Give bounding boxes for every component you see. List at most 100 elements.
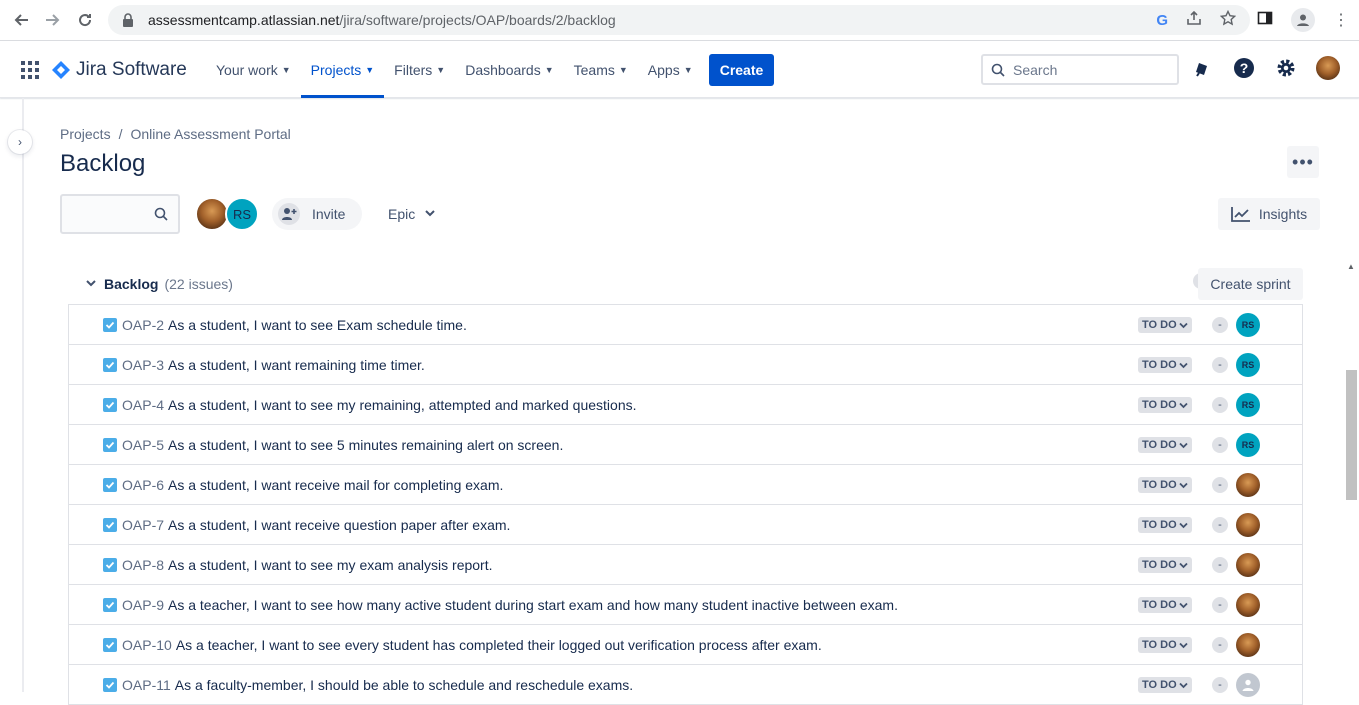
breadcrumb-projects[interactable]: Projects bbox=[60, 126, 111, 142]
app-switcher-icon[interactable] bbox=[21, 61, 39, 79]
issue-key[interactable]: OAP-5 bbox=[122, 437, 164, 453]
expand-sidebar-button[interactable]: › bbox=[8, 130, 32, 154]
status-label: TO DO bbox=[1142, 639, 1177, 651]
issue-row[interactable]: OAP-10 As a teacher, I want to see every… bbox=[69, 625, 1302, 665]
estimate-badge[interactable]: - bbox=[1212, 677, 1228, 693]
status-dropdown[interactable]: TO DO bbox=[1138, 517, 1192, 533]
create-sprint-button[interactable]: Create sprint bbox=[1198, 268, 1303, 300]
nav-teams[interactable]: Teams ▼ bbox=[564, 41, 638, 98]
assignee-avatar[interactable]: RS bbox=[1236, 433, 1260, 457]
estimate-badge[interactable]: - bbox=[1212, 637, 1228, 653]
status-label: TO DO bbox=[1142, 559, 1177, 571]
search-input[interactable] bbox=[1013, 61, 1163, 78]
nav-your-work[interactable]: Your work ▼ bbox=[206, 41, 301, 98]
nav-label: Filters bbox=[394, 61, 433, 78]
jira-logo[interactable]: Jira Software bbox=[52, 59, 187, 81]
assignee-avatar-rs[interactable]: RS bbox=[225, 197, 259, 231]
status-dropdown[interactable]: TO DO bbox=[1138, 677, 1192, 693]
help-icon[interactable]: ? bbox=[1232, 56, 1256, 80]
invite-button[interactable]: Invite bbox=[272, 198, 362, 230]
chevron-down-icon: ▼ bbox=[436, 64, 446, 75]
status-dropdown[interactable]: TO DO bbox=[1138, 637, 1192, 653]
assignee-avatar[interactable] bbox=[1236, 513, 1260, 537]
backlog-header: Backlog (22 issues) 0 0 0 Create sprint bbox=[68, 264, 1303, 304]
issue-key[interactable]: OAP-7 bbox=[122, 517, 164, 533]
issue-key[interactable]: OAP-3 bbox=[122, 357, 164, 373]
assignee-avatar-photo[interactable] bbox=[195, 197, 229, 231]
epic-filter-dropdown[interactable]: Epic bbox=[380, 198, 443, 230]
issue-row[interactable]: OAP-4 As a student, I want to see my rem… bbox=[69, 385, 1302, 425]
chevron-down-icon: ▼ bbox=[365, 64, 375, 75]
issue-key[interactable]: OAP-10 bbox=[122, 637, 172, 653]
issue-row[interactable]: OAP-7 As a student, I want receive quest… bbox=[69, 505, 1302, 545]
issue-row[interactable]: OAP-6 As a student, I want receive mail … bbox=[69, 465, 1302, 505]
insights-button[interactable]: Insights bbox=[1218, 198, 1320, 230]
scroll-up-arrow-icon[interactable]: ▲ bbox=[1347, 262, 1355, 271]
back-icon[interactable] bbox=[10, 9, 32, 31]
chevron-down-icon[interactable] bbox=[86, 279, 96, 290]
settings-gear-icon[interactable] bbox=[1274, 56, 1298, 80]
global-search[interactable] bbox=[981, 54, 1179, 85]
issue-row[interactable]: OAP-2 As a student, I want to see Exam s… bbox=[69, 305, 1302, 345]
issue-row[interactable]: OAP-9 As a teacher, I want to see how ma… bbox=[69, 585, 1302, 625]
assignee-avatar[interactable] bbox=[1236, 593, 1260, 617]
assignee-avatar[interactable]: RS bbox=[1236, 353, 1260, 377]
assignee-avatar[interactable] bbox=[1236, 633, 1260, 657]
issue-summary: As a student, I want to see my remaining… bbox=[168, 396, 637, 413]
issue-row[interactable]: OAP-3 As a student, I want remaining tim… bbox=[69, 345, 1302, 385]
issue-key[interactable]: OAP-8 bbox=[122, 557, 164, 573]
breadcrumb-project-name[interactable]: Online Assessment Portal bbox=[130, 126, 290, 142]
forward-icon[interactable] bbox=[42, 9, 64, 31]
nav-apps[interactable]: Apps ▼ bbox=[638, 41, 703, 98]
nav-dashboards[interactable]: Dashboards ▼ bbox=[455, 41, 563, 98]
address-bar[interactable]: assessmentcamp.atlassian.net/jira/softwa… bbox=[108, 5, 1250, 35]
story-checkbox-icon bbox=[103, 677, 117, 692]
estimate-badge[interactable]: - bbox=[1212, 357, 1228, 373]
estimate-badge[interactable]: - bbox=[1212, 397, 1228, 413]
status-label: TO DO bbox=[1142, 479, 1177, 491]
issue-key[interactable]: OAP-4 bbox=[122, 397, 164, 413]
scrollbar-thumb[interactable] bbox=[1346, 370, 1357, 500]
issue-row[interactable]: OAP-5 As a student, I want to see 5 minu… bbox=[69, 425, 1302, 465]
status-dropdown[interactable]: TO DO bbox=[1138, 597, 1192, 613]
create-button[interactable]: Create bbox=[709, 54, 774, 86]
issue-row[interactable]: OAP-8 As a student, I want to see my exa… bbox=[69, 545, 1302, 585]
issue-key[interactable]: OAP-2 bbox=[122, 317, 164, 333]
backlog-search-field[interactable] bbox=[60, 194, 180, 234]
more-actions-button[interactable]: ••• bbox=[1287, 146, 1319, 178]
status-dropdown[interactable]: TO DO bbox=[1138, 557, 1192, 573]
unassigned-avatar-icon[interactable] bbox=[1236, 673, 1260, 697]
estimate-badge[interactable]: - bbox=[1212, 477, 1228, 493]
profile-icon[interactable] bbox=[1291, 8, 1315, 32]
user-avatar[interactable] bbox=[1316, 56, 1340, 80]
issue-row[interactable]: OAP-11 As a faculty-member, I should be … bbox=[69, 665, 1302, 705]
issue-key[interactable]: OAP-6 bbox=[122, 477, 164, 493]
nav-filters[interactable]: Filters ▼ bbox=[384, 41, 455, 98]
status-dropdown[interactable]: TO DO bbox=[1138, 317, 1192, 333]
google-icon[interactable]: G bbox=[1156, 12, 1168, 29]
reload-icon[interactable] bbox=[74, 9, 96, 31]
estimate-badge[interactable]: - bbox=[1212, 597, 1228, 613]
nav-projects[interactable]: Projects ▼ bbox=[300, 41, 385, 98]
estimate-badge[interactable]: - bbox=[1212, 557, 1228, 573]
assignee-avatar[interactable] bbox=[1236, 473, 1260, 497]
issue-summary: As a student, I want to see 5 minutes re… bbox=[168, 436, 564, 453]
share-icon[interactable] bbox=[1186, 10, 1202, 30]
status-dropdown[interactable]: TO DO bbox=[1138, 437, 1192, 453]
side-panel-icon[interactable] bbox=[1257, 10, 1273, 31]
estimate-badge[interactable]: - bbox=[1212, 317, 1228, 333]
status-dropdown[interactable]: TO DO bbox=[1138, 357, 1192, 373]
assignee-avatar[interactable]: RS bbox=[1236, 313, 1260, 337]
bookmark-star-icon[interactable] bbox=[1219, 9, 1237, 30]
status-dropdown[interactable]: TO DO bbox=[1138, 477, 1192, 493]
status-dropdown[interactable]: TO DO bbox=[1138, 397, 1192, 413]
assignee-avatar[interactable]: RS bbox=[1236, 393, 1260, 417]
notifications-icon[interactable] bbox=[1190, 56, 1214, 80]
browser-menu-icon[interactable]: ⋮ bbox=[1333, 10, 1349, 30]
estimate-badge[interactable]: - bbox=[1212, 517, 1228, 533]
issue-key[interactable]: OAP-11 bbox=[122, 677, 171, 693]
issue-key[interactable]: OAP-9 bbox=[122, 597, 164, 613]
chevron-down-icon: ▼ bbox=[618, 64, 628, 75]
assignee-avatar[interactable] bbox=[1236, 553, 1260, 577]
estimate-badge[interactable]: - bbox=[1212, 437, 1228, 453]
